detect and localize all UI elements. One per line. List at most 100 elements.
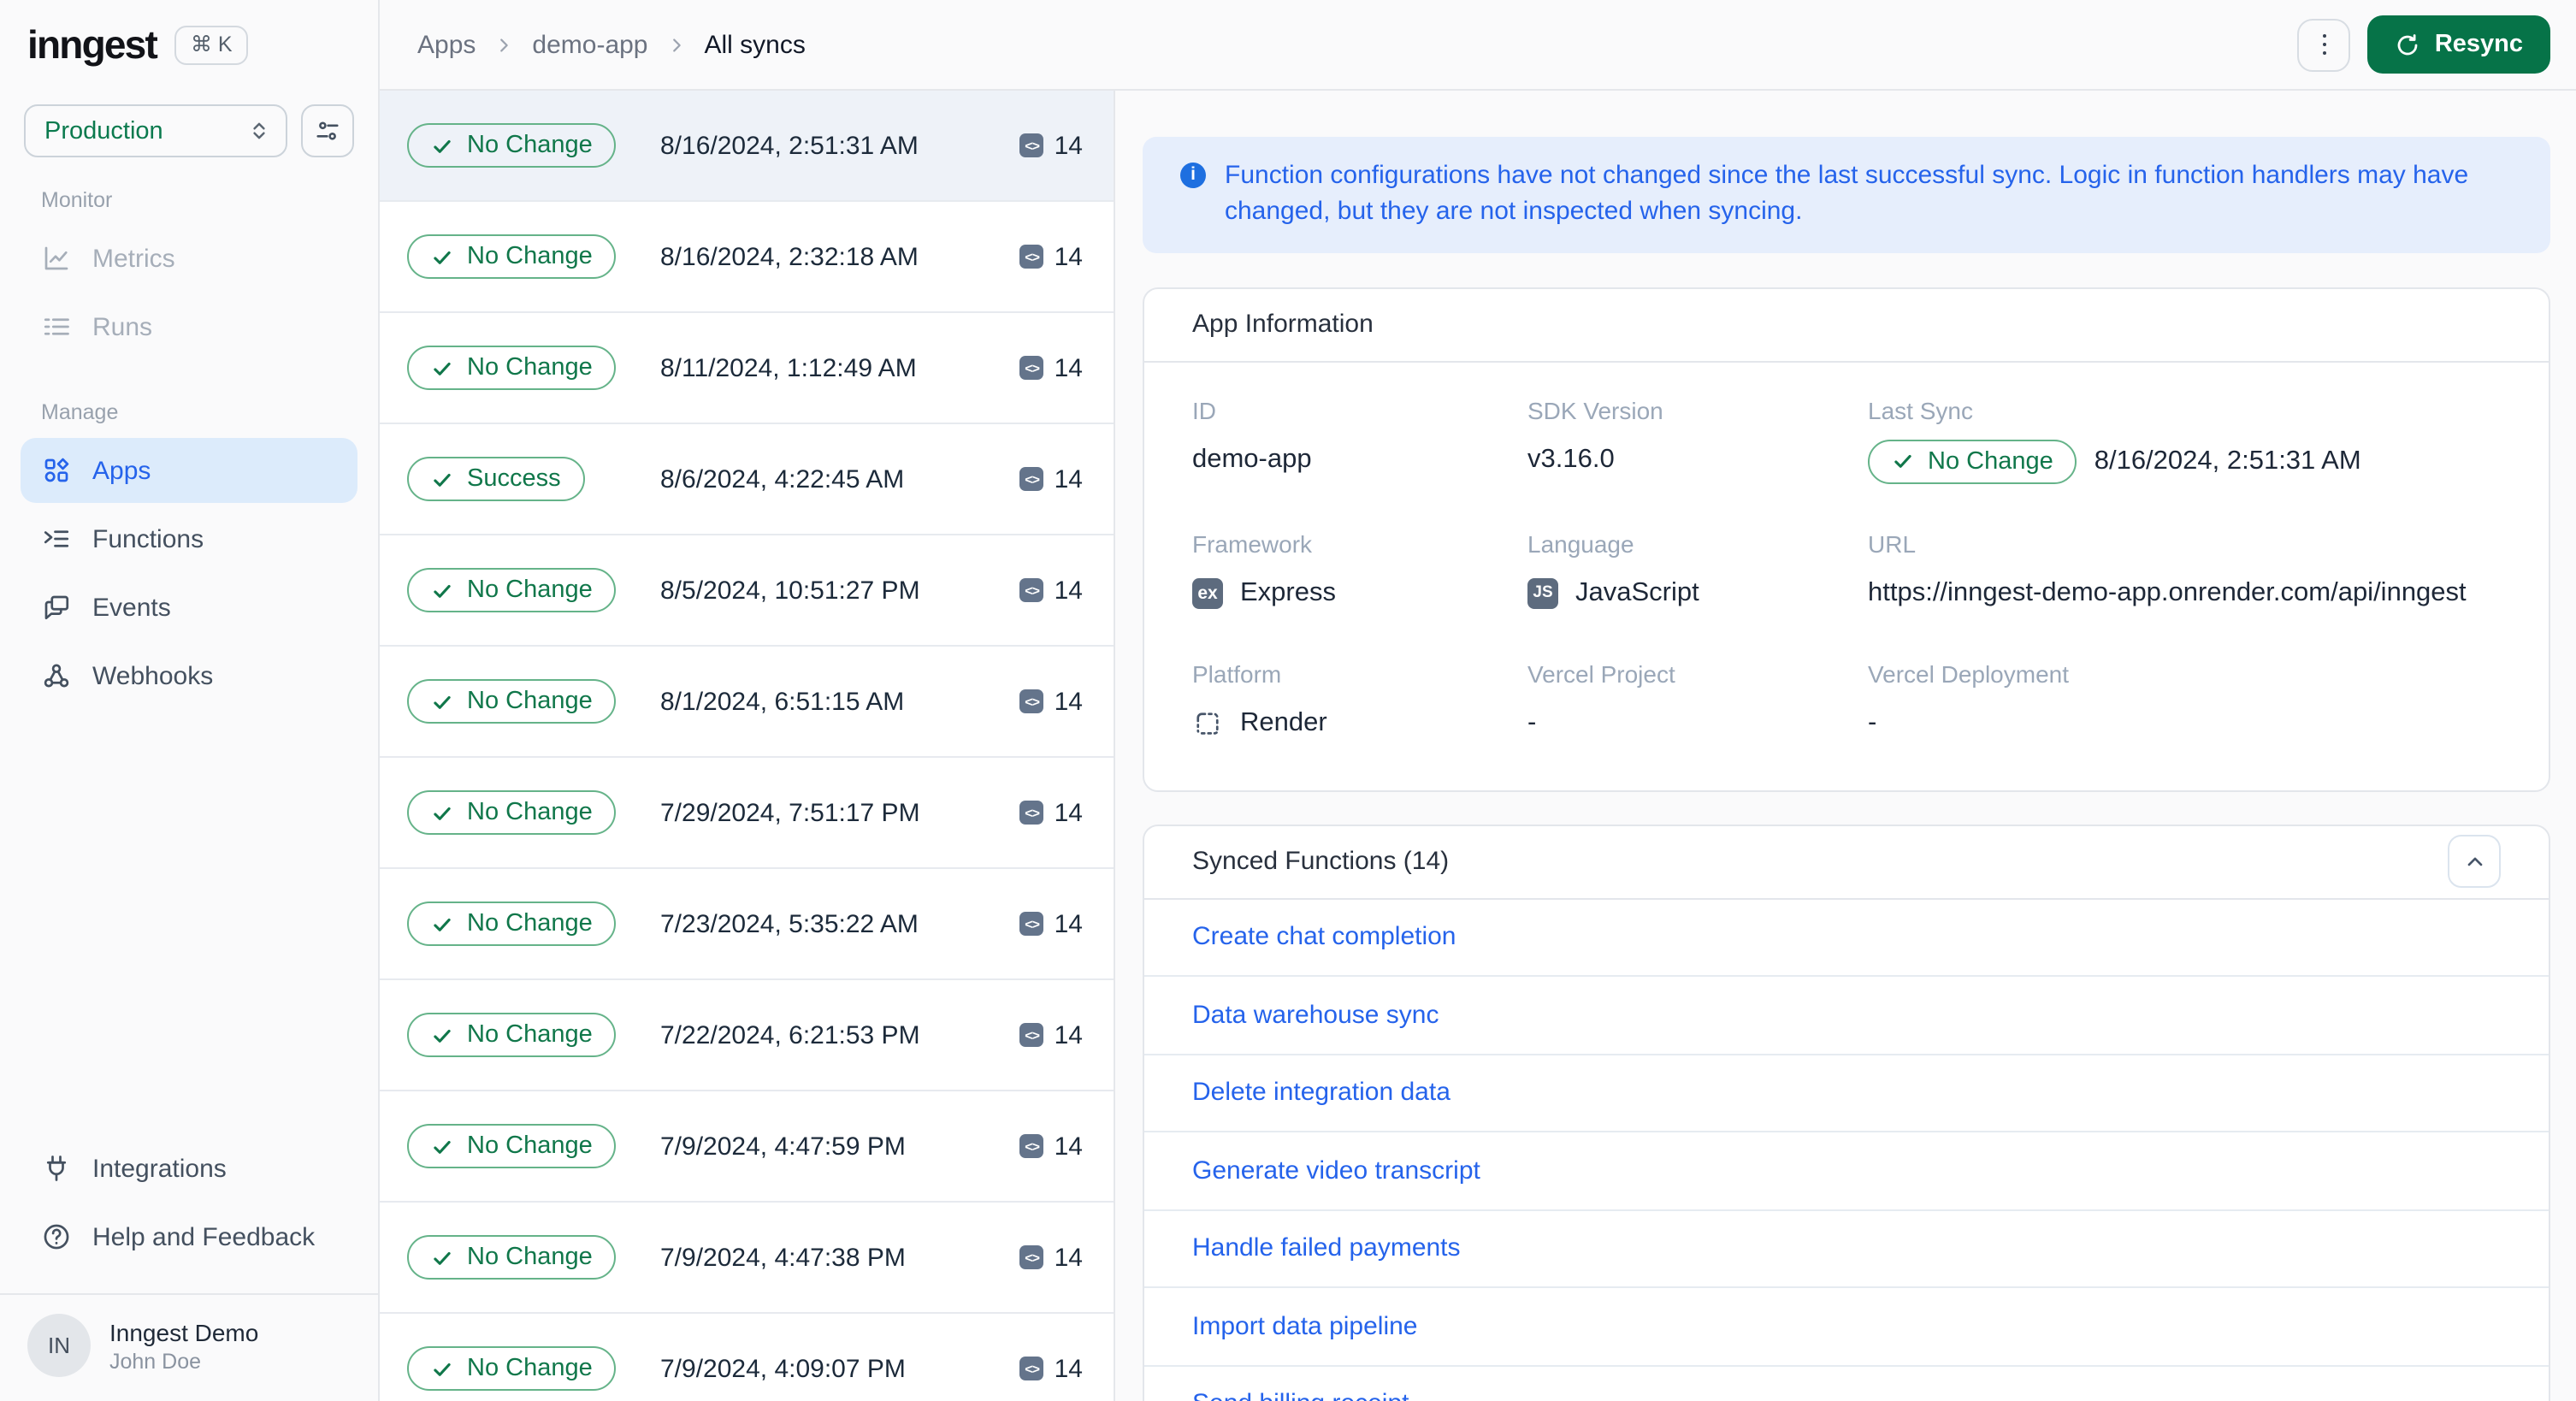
synced-function-link[interactable]: Import data pipeline (1192, 1312, 1418, 1341)
command-k-shortcut[interactable]: ⌘ K (174, 26, 248, 65)
check-icon (1892, 450, 1914, 472)
more-options-button[interactable] (2297, 18, 2351, 71)
check-icon (431, 579, 453, 601)
synced-function-link[interactable]: Handle failed payments (1192, 1234, 1461, 1263)
breadcrumb-apps[interactable]: Apps (417, 30, 476, 59)
sidebar-item-metrics[interactable]: Metrics (21, 226, 357, 291)
chevron-right-icon (494, 35, 513, 54)
status-badge: No Change (407, 679, 617, 724)
code-icon: <> (1019, 1134, 1044, 1158)
sidebar-footer: Integrations Help and Feedback (0, 1136, 378, 1273)
sync-list-item[interactable]: Success 8/6/2024, 4:22:45 AM <> 14 (380, 424, 1114, 535)
sync-timestamp: 7/23/2024, 5:35:22 AM (660, 909, 919, 938)
sync-timestamp: 7/29/2024, 7:51:17 PM (660, 798, 920, 827)
refresh-icon (2396, 32, 2421, 57)
code-icon: <> (1019, 689, 1044, 713)
account-menu[interactable]: IN Inngest Demo John Doe (0, 1293, 378, 1401)
collapse-button[interactable] (2448, 835, 2501, 889)
breadcrumb: Apps demo-app All syncs (417, 30, 806, 59)
sync-list-item[interactable]: No Change 7/9/2024, 4:47:59 PM <> 14 (380, 1091, 1114, 1203)
code-icon: <> (1019, 1245, 1044, 1269)
sidebar-section-label: Monitor (41, 188, 113, 212)
check-icon (431, 690, 453, 712)
environment-select[interactable]: Production (24, 104, 287, 157)
synced-function-link[interactable]: Generate video transcript (1192, 1156, 1480, 1185)
sync-function-count: <> 14 (1019, 687, 1083, 716)
field-label: Language (1527, 529, 1634, 558)
breadcrumb-demo-app[interactable]: demo-app (532, 30, 647, 59)
app-info-field-url: URL https://inngest-demo-app.onrender.co… (1868, 529, 2501, 613)
sync-list-item[interactable]: No Change 8/1/2024, 6:51:15 AM <> 14 (380, 647, 1114, 758)
express-icon: ex (1192, 577, 1223, 609)
sync-timestamp: 7/9/2024, 4:47:38 PM (660, 1243, 906, 1272)
check-icon (431, 801, 453, 824)
sync-function-count: <> 14 (1019, 576, 1083, 605)
field-value-text: v3.16.0 (1527, 444, 1615, 474)
sidebar-item-help-and-feedback[interactable]: Help and Feedback (21, 1204, 357, 1269)
sliders-icon (315, 118, 340, 144)
sync-list-item[interactable]: No Change 7/9/2024, 4:47:38 PM <> 14 (380, 1203, 1114, 1314)
synced-function-row-data-warehouse-sync[interactable]: Data warehouse sync (1144, 977, 2549, 1055)
resync-button[interactable]: Resync (2367, 15, 2550, 74)
help-icon (41, 1221, 72, 1252)
synced-function-row-import-data-pipeline[interactable]: Import data pipeline (1144, 1288, 2549, 1367)
sync-function-count: <> 14 (1019, 464, 1083, 494)
field-label: Vercel Project (1527, 659, 1675, 688)
info-banner-text: Function configurations have not changed… (1225, 161, 2469, 227)
synced-function-row-handle-failed-payments[interactable]: Handle failed payments (1144, 1210, 2549, 1289)
status-badge: No Change (407, 123, 617, 168)
synced-function-row-create-chat-completion[interactable]: Create chat completion (1144, 899, 2549, 978)
synced-function-row-generate-video-transcript[interactable]: Generate video transcript (1144, 1132, 2549, 1211)
field-label: Framework (1192, 529, 1313, 558)
synced-function-link[interactable]: Delete integration data (1192, 1079, 1450, 1108)
field-value-text: - (1868, 707, 1877, 737)
sync-list-item[interactable]: No Change 7/23/2024, 5:35:22 AM <> 14 (380, 869, 1114, 980)
sync-list-item[interactable]: No Change 8/11/2024, 1:12:49 AM <> 14 (380, 313, 1114, 424)
sync-list-item[interactable]: No Change 8/5/2024, 10:51:27 PM <> 14 (380, 535, 1114, 647)
environment-settings-button[interactable] (301, 104, 354, 157)
sidebar-item-functions[interactable]: Functions (21, 506, 357, 571)
status-badge: No Change (407, 1124, 617, 1168)
sync-list-item[interactable]: No Change 7/29/2024, 7:51:17 PM <> 14 (380, 758, 1114, 869)
sync-list-item[interactable]: No Change 8/16/2024, 2:32:18 AM <> 14 (380, 202, 1114, 313)
synced-function-link[interactable]: Create chat completion (1192, 923, 1456, 952)
sync-timestamp: 8/5/2024, 10:51:27 PM (660, 576, 920, 605)
user-name: John Doe (109, 1349, 202, 1373)
functions-icon (41, 523, 72, 554)
sidebar-item-runs[interactable]: Runs (21, 294, 357, 359)
sync-timestamp: 8/16/2024, 2:51:31 AM (660, 131, 919, 160)
sync-timestamp: 7/9/2024, 4:47:59 PM (660, 1132, 906, 1161)
synced-function-row-send-billing-receipt[interactable]: Send billing receipt (1144, 1366, 2549, 1401)
sync-list-item[interactable]: No Change 8/16/2024, 2:51:31 AM <> 14 (380, 91, 1114, 202)
field-value: ex Express (1192, 572, 1527, 613)
sidebar-item-apps[interactable]: Apps (21, 438, 357, 503)
sync-list: No Change 8/16/2024, 2:51:31 AM <> 14 No… (380, 91, 1115, 1401)
field-value-text: demo-app (1192, 444, 1312, 474)
synced-function-row-delete-integration-data[interactable]: Delete integration data (1144, 1055, 2549, 1133)
field-label: Vercel Deployment (1868, 659, 2070, 688)
sidebar-item-webhooks[interactable]: Webhooks (21, 643, 357, 708)
check-icon (431, 357, 453, 379)
check-icon (431, 1357, 453, 1380)
sync-function-count: <> 14 (1019, 1243, 1083, 1272)
field-label: URL (1868, 529, 1917, 558)
status-badge: Success (407, 457, 585, 501)
sidebar-item-integrations[interactable]: Integrations (21, 1136, 357, 1201)
sync-function-count: <> 14 (1019, 242, 1083, 271)
check-icon (431, 913, 453, 935)
sync-list-item[interactable]: No Change 7/22/2024, 6:21:53 PM <> 14 (380, 980, 1114, 1091)
status-badge: No Change (407, 790, 617, 835)
sync-list-item[interactable]: No Change 7/9/2024, 4:09:07 PM <> 14 (380, 1314, 1114, 1401)
app-information-card: App Information ID demo-app SDK Version … (1143, 287, 2550, 792)
sidebar-item-events[interactable]: Events (21, 575, 357, 640)
code-icon: <> (1019, 801, 1044, 825)
synced-function-link[interactable]: Data warehouse sync (1192, 1001, 1439, 1030)
environment-label: Production (44, 117, 163, 145)
status-badge: No Change (407, 234, 617, 279)
field-value: No Change 8/16/2024, 2:51:31 AM (1868, 439, 2501, 484)
field-value-text: https://inngest-demo-app.onrender.com/ap… (1868, 577, 2467, 607)
sync-function-count: <> 14 (1019, 353, 1083, 382)
sync-timestamp: 8/1/2024, 6:51:15 AM (660, 687, 905, 716)
synced-function-link[interactable]: Send billing receipt (1192, 1390, 1409, 1401)
code-icon: <> (1019, 1357, 1044, 1380)
